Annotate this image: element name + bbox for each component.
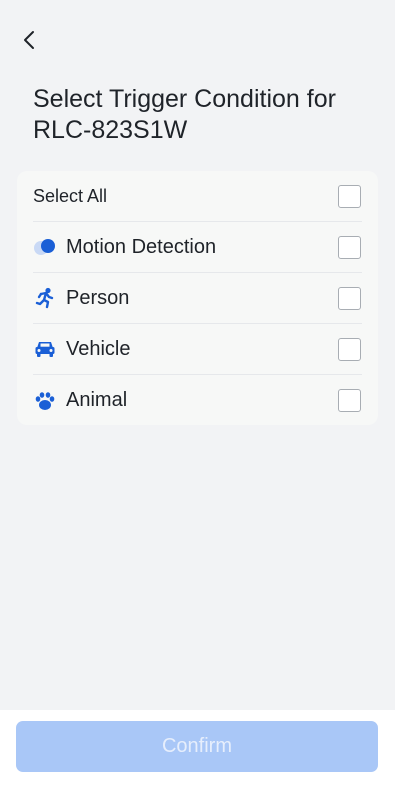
condition-row-vehicle[interactable]: Vehicle (33, 324, 362, 375)
condition-row-motion[interactable]: Motion Detection (33, 222, 362, 273)
select-all-checkbox[interactable] (338, 184, 361, 208)
person-running-icon (33, 286, 57, 310)
page-title: Select Trigger Condition for RLC-823S1W (33, 85, 336, 144)
back-button[interactable] (14, 26, 46, 54)
car-icon (33, 337, 57, 361)
condition-label: Person (66, 286, 130, 309)
person-checkbox[interactable] (338, 286, 361, 310)
footer-bar: Confirm (0, 710, 395, 802)
chevron-left-icon (24, 31, 34, 49)
animal-checkbox[interactable] (338, 389, 361, 412)
condition-row-person[interactable]: Person (33, 273, 362, 324)
paw-icon (33, 389, 57, 413)
motion-icon (33, 235, 57, 259)
condition-label: Animal (66, 389, 128, 411)
condition-label: Vehicle (66, 337, 131, 360)
condition-label: Motion Detection (66, 235, 217, 258)
confirm-button[interactable]: Confirm (16, 721, 378, 772)
vehicle-checkbox[interactable] (338, 337, 361, 361)
trigger-condition-screen: Select Trigger Condition for RLC-823S1W … (0, 0, 395, 802)
select-all-row[interactable]: Select All (33, 171, 362, 222)
condition-row-animal[interactable]: Animal (33, 375, 362, 426)
select-all-label: Select All (33, 185, 108, 206)
condition-list: Select All Motion Detection Person Vehic… (17, 171, 378, 425)
motion-checkbox[interactable] (338, 235, 361, 259)
